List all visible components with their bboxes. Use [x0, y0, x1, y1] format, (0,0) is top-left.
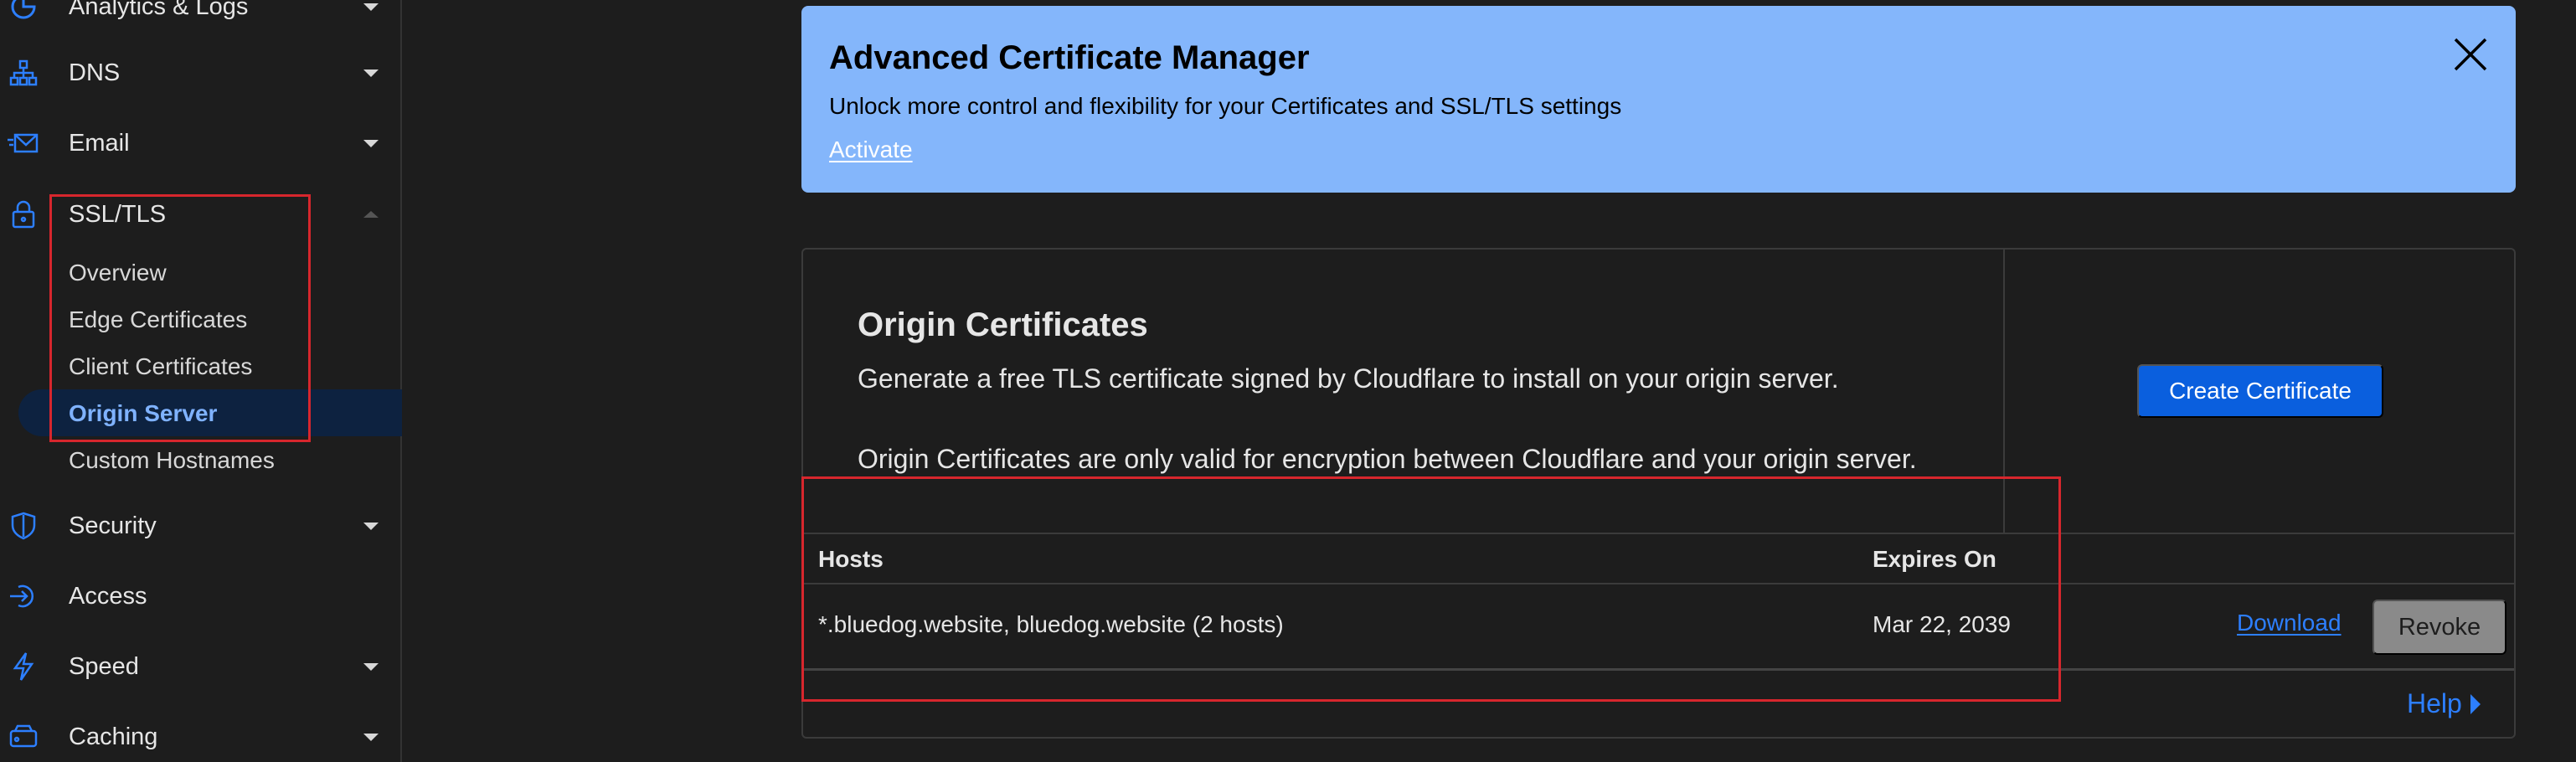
sidebar-subitem-custom-hostnames[interactable]: Custom Hostnames	[69, 447, 275, 474]
help-link[interactable]: Help	[2407, 688, 2481, 719]
sidebar-item-caching[interactable]: Caching	[0, 712, 400, 762]
lock-icon	[7, 198, 40, 231]
sidebar-item-label: Caching	[69, 723, 158, 750]
caret-right-icon	[2470, 693, 2481, 714]
app-root: Analytics & Logs DNS Email SSL/TLS Overv…	[0, 0, 2576, 762]
chevron-up-icon	[363, 211, 379, 218]
revoke-button[interactable]: Revoke	[2372, 600, 2506, 655]
sidebar-item-dns[interactable]: DNS	[0, 48, 400, 98]
section-description: Generate a free TLS certificate signed b…	[858, 363, 1839, 394]
section-title: Origin Certificates	[858, 306, 1148, 343]
sidebar-item-label: DNS	[69, 59, 121, 86]
sidebar: Analytics & Logs DNS Email SSL/TLS Overv…	[0, 0, 402, 762]
sidebar-item-access[interactable]: Access	[0, 571, 400, 621]
acm-banner: Advanced Certificate Manager Unlock more…	[801, 6, 2516, 193]
sidebar-item-speed[interactable]: Speed	[0, 641, 400, 692]
dns-network-icon	[7, 56, 40, 90]
chevron-down-icon	[363, 3, 379, 11]
sidebar-item-security[interactable]: Security	[0, 501, 400, 551]
chevron-down-icon	[363, 733, 379, 741]
section-note: Origin Certificates are only valid for e…	[858, 444, 1917, 474]
access-icon	[7, 579, 40, 613]
highlight-box-certificate-table	[801, 476, 2061, 702]
create-certificate-button[interactable]: Create Certificate	[2137, 364, 2383, 418]
analytics-icon	[7, 0, 40, 23]
sidebar-item-label: Email	[69, 129, 130, 157]
help-label: Help	[2407, 688, 2462, 718]
close-icon[interactable]	[2450, 34, 2491, 75]
activate-link[interactable]: Activate	[829, 136, 913, 163]
email-icon	[7, 126, 40, 160]
sidebar-item-email[interactable]: Email	[0, 118, 400, 168]
banner-title: Advanced Certificate Manager	[829, 39, 1310, 76]
sidebar-item-label: Speed	[69, 652, 139, 680]
banner-text: Unlock more control and flexibility for …	[829, 93, 1622, 119]
chevron-down-icon	[363, 139, 379, 147]
chevron-down-icon	[363, 69, 379, 77]
sidebar-item-label: Security	[69, 512, 157, 539]
highlight-box-ssl-menu	[49, 194, 311, 442]
sidebar-item-analytics[interactable]: Analytics & Logs	[0, 0, 400, 32]
download-link[interactable]: Download	[2237, 610, 2342, 636]
lightning-icon	[7, 650, 40, 683]
chevron-down-icon	[363, 522, 379, 530]
chevron-down-icon	[363, 662, 379, 671]
sidebar-item-label: Analytics & Logs	[69, 0, 249, 20]
caching-icon	[7, 720, 40, 754]
sidebar-item-label: Access	[69, 582, 147, 610]
shield-icon	[7, 509, 40, 543]
